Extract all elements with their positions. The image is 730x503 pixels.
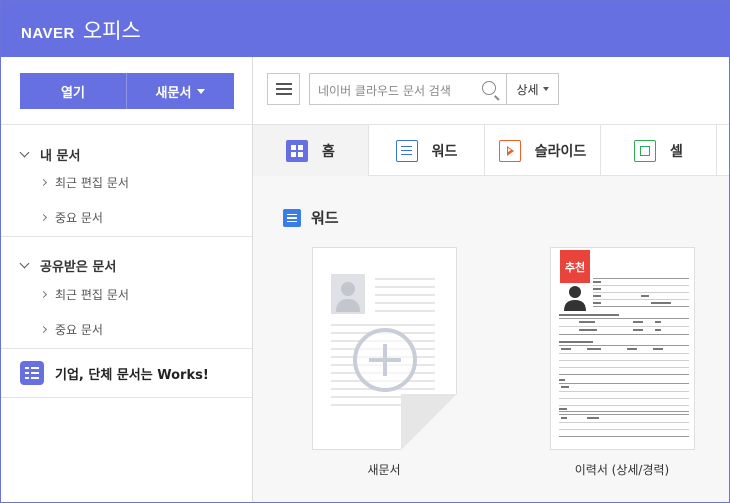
works-label: 기업, 단체 문서는 Works!	[55, 367, 209, 383]
home-grid-icon	[286, 139, 309, 162]
tab-label: 슬라이드	[534, 143, 587, 160]
slide-icon	[498, 139, 521, 162]
sidebar-item-my-recent[interactable]: 최근 편집 문서	[39, 174, 129, 191]
recommended-badge: 추천	[560, 250, 590, 283]
photo-placeholder-icon	[331, 274, 365, 314]
template-label[interactable]: 이력서 (상세/경력)	[532, 461, 712, 478]
search-icon[interactable]	[482, 81, 496, 95]
hamburger-menu-icon[interactable]	[267, 73, 300, 105]
detail-search-dropdown[interactable]: 상세	[506, 73, 559, 105]
sidebar-divider	[1, 348, 252, 349]
brand-product-text: 오피스	[82, 19, 141, 43]
word-icon	[395, 139, 418, 162]
section-title: 공유받은 문서	[40, 260, 117, 275]
add-plus-icon	[353, 328, 417, 392]
template-card-resume[interactable]: 추천	[550, 247, 695, 450]
new-document-label: 새문서	[155, 84, 192, 100]
sidebar-section-my-documents[interactable]: 내 문서	[19, 145, 81, 164]
cell-icon	[634, 139, 657, 162]
section-title: 워드	[311, 209, 339, 227]
tab-label: 워드	[431, 143, 458, 160]
tab-bar: 홈 워드 슬라이드 셀	[253, 125, 729, 176]
new-document-button[interactable]: 새문서	[127, 73, 234, 109]
sidebar-buttons: 열기 새문서	[20, 73, 234, 109]
sidebar-item-shared-recent[interactable]: 최근 편집 문서	[39, 286, 129, 303]
tab-cell[interactable]: 셀	[601, 125, 717, 176]
tab-label: 홈	[322, 143, 335, 160]
word-icon	[283, 208, 301, 227]
resume-photo-icon	[560, 281, 590, 311]
sidebar: 열기 새문서 내 문서 최근 편집 문서 중요 문서 공유받은 문서 최근 편집…	[1, 57, 253, 502]
sidebar-divider	[1, 397, 252, 398]
section-heading-word: 워드	[283, 207, 339, 228]
sidebar-section-shared-documents[interactable]: 공유받은 문서	[19, 256, 117, 275]
brand-naver-text: NAVER	[21, 25, 75, 42]
chevron-right-icon	[39, 290, 48, 299]
section-title: 내 문서	[40, 149, 81, 164]
sidebar-divider	[1, 236, 252, 237]
tab-word[interactable]: 워드	[369, 125, 485, 176]
caret-down-icon	[542, 87, 549, 91]
page-fold-decoration	[401, 394, 457, 450]
open-button[interactable]: 열기	[20, 73, 127, 109]
caret-down-icon	[197, 88, 206, 94]
main-area: 네이버 클라우드 문서 검색 상세 홈 워드 슬라이드 셀 워드 새문서 추천 …	[253, 57, 729, 502]
brand-logo[interactable]: NAVER 오피스	[21, 15, 141, 45]
works-icon	[20, 361, 44, 385]
sidebar-divider	[1, 124, 252, 125]
template-label[interactable]: 새문서	[294, 461, 474, 478]
chevron-down-icon	[19, 147, 30, 158]
chevron-right-icon	[39, 178, 48, 187]
works-promo-link[interactable]: 기업, 단체 문서는 Works!	[20, 361, 209, 385]
search-placeholder: 네이버 클라우드 문서 검색	[318, 84, 451, 98]
template-card-new-document[interactable]	[312, 247, 457, 450]
tab-slide[interactable]: 슬라이드	[485, 125, 601, 176]
detail-label: 상세	[516, 82, 539, 97]
tab-label: 셀	[670, 143, 683, 160]
app-window: NAVER 오피스 열기 새문서 내 문서 최근 편집 문서 중요 문서 공유받…	[0, 0, 730, 503]
app-header: NAVER 오피스	[1, 1, 729, 57]
search-input[interactable]: 네이버 클라우드 문서 검색	[309, 73, 507, 105]
tab-home[interactable]: 홈	[253, 125, 369, 176]
chevron-down-icon	[19, 258, 30, 269]
toolbar: 네이버 클라우드 문서 검색 상세	[253, 57, 729, 125]
sidebar-item-label: 중요 문서	[55, 323, 103, 337]
chevron-right-icon	[39, 213, 48, 222]
sidebar-item-label: 최근 편집 문서	[55, 288, 129, 302]
sidebar-item-my-important[interactable]: 중요 문서	[39, 209, 103, 226]
chevron-right-icon	[39, 325, 48, 334]
sidebar-item-shared-important[interactable]: 중요 문서	[39, 321, 103, 338]
sidebar-item-label: 중요 문서	[55, 211, 103, 225]
sidebar-item-label: 최근 편집 문서	[55, 176, 129, 190]
